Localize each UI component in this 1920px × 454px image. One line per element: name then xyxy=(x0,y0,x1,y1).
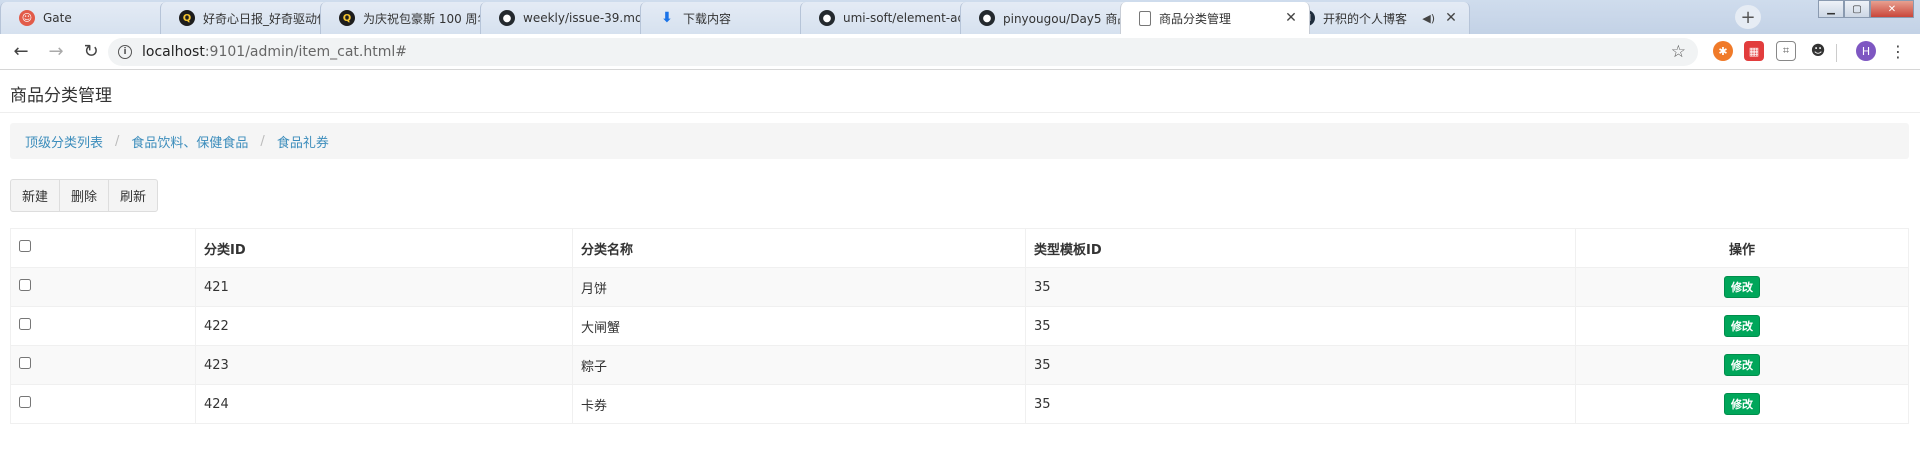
back-arrow-icon[interactable]: ← xyxy=(7,38,35,66)
document-icon xyxy=(1139,10,1151,26)
speaker-icon[interactable]: ◀) xyxy=(1422,12,1435,25)
header-template-id: 类型模板ID xyxy=(1025,228,1576,268)
cell-operation: 修改 xyxy=(1575,384,1909,424)
browser-toolbar: ← → ↻ i localhost:9101/admin/item_cat.ht… xyxy=(0,34,1920,70)
table-row: 422 大闸蟹 35 修改 xyxy=(10,306,1909,346)
cell-name: 大闸蟹 xyxy=(572,306,1026,346)
cell-id: 423 xyxy=(195,345,573,385)
window-close-icon[interactable]: ✕ xyxy=(1870,0,1914,18)
header-name: 分类名称 xyxy=(572,228,1026,268)
address-bar[interactable]: i localhost:9101/admin/item_cat.html# ☆ xyxy=(108,38,1698,66)
breadcrumb-separator: / xyxy=(115,133,120,149)
extension-red-icon[interactable]: ▦ xyxy=(1744,41,1764,61)
tab-title: 好奇心日报_好奇驱动你 xyxy=(203,11,323,26)
url-host: localhost xyxy=(142,44,205,60)
tab-title: 为庆祝包豪斯 100 周年 xyxy=(363,11,483,26)
row-select-cell xyxy=(10,306,196,346)
profile-avatar[interactable]: H xyxy=(1856,41,1876,61)
action-toolbar: 新建 删除 刷新 xyxy=(10,179,159,212)
tab-title: 开积的个人博客 xyxy=(1323,11,1408,26)
title-divider xyxy=(0,112,1920,113)
reload-icon[interactable]: ↻ xyxy=(77,38,105,66)
row-select-cell xyxy=(10,384,196,424)
info-icon[interactable]: i xyxy=(118,45,132,59)
qdaily-favicon-icon: Q xyxy=(339,10,355,26)
cell-template-id: 35 xyxy=(1025,306,1576,346)
url-path: :9101/admin/item_cat.html# xyxy=(204,44,407,60)
row-select-cell xyxy=(10,267,196,307)
minimize-icon[interactable]: ▁ xyxy=(1818,0,1844,18)
refresh-button[interactable]: 刷新 xyxy=(108,179,159,212)
qdaily-favicon-icon: Q xyxy=(179,10,195,26)
table-row: 424 卡券 35 修改 xyxy=(10,384,1909,424)
extension-screen-icon[interactable]: ⌗ xyxy=(1776,41,1796,61)
header-id: 分类ID xyxy=(195,228,573,268)
cell-template-id: 35 xyxy=(1025,267,1576,307)
page-title: 商品分类管理 xyxy=(10,86,112,106)
cell-name: 月饼 xyxy=(572,267,1026,307)
row-checkbox[interactable] xyxy=(19,318,31,330)
edit-button[interactable]: 修改 xyxy=(1724,315,1760,337)
edit-button[interactable]: 修改 xyxy=(1724,276,1760,298)
select-all-checkbox[interactable] xyxy=(19,240,31,252)
bookmark-star-icon[interactable]: ☆ xyxy=(1671,42,1686,62)
forward-arrow-icon[interactable]: → xyxy=(42,38,70,66)
header-select-cell xyxy=(10,228,196,268)
new-button[interactable]: 新建 xyxy=(10,179,61,212)
window-controls: ▁ ▢ ✕ xyxy=(1818,0,1914,18)
row-checkbox[interactable] xyxy=(19,396,31,408)
toolbar-divider xyxy=(1836,44,1837,62)
new-tab-button[interactable]: + xyxy=(1735,5,1761,29)
github-icon: ● xyxy=(819,10,835,26)
edit-button[interactable]: 修改 xyxy=(1724,354,1760,376)
github-icon: ● xyxy=(979,10,995,26)
breadcrumb-item-food-drinks[interactable]: 食品饮料、保健食品 xyxy=(131,132,248,151)
url-text: localhost:9101/admin/item_cat.html# xyxy=(142,44,407,60)
breadcrumb-item-food-vouchers[interactable]: 食品礼券 xyxy=(277,132,329,151)
row-select-cell xyxy=(10,345,196,385)
cell-id: 424 xyxy=(195,384,573,424)
category-table: 分类ID 分类名称 类型模板ID 操作 421 月饼 35 修改 422 大闸蟹… xyxy=(10,228,1909,424)
breadcrumb-item-top-level[interactable]: 顶级分类列表 xyxy=(25,132,103,151)
close-icon[interactable]: ✕ xyxy=(1443,10,1459,26)
table-row: 423 粽子 35 修改 xyxy=(10,345,1909,385)
cell-id: 422 xyxy=(195,306,573,346)
row-checkbox[interactable] xyxy=(19,357,31,369)
tab-strip: ☺ Gate ✕ Q 好奇心日报_好奇驱动你 ✕ Q 为庆祝包豪斯 100 周年… xyxy=(0,0,1920,34)
edit-button[interactable]: 修改 xyxy=(1724,393,1760,415)
maximize-icon[interactable]: ▢ xyxy=(1844,0,1870,18)
tab-title: umi-soft/element-adi xyxy=(843,11,963,25)
table-row: 421 月饼 35 修改 xyxy=(10,267,1909,307)
row-checkbox[interactable] xyxy=(19,279,31,291)
cell-operation: 修改 xyxy=(1575,267,1909,307)
delete-button[interactable]: 删除 xyxy=(59,179,110,212)
tab-title: Gate xyxy=(43,11,72,25)
tab-title: weekly/issue-39.md a xyxy=(523,11,643,25)
tab-title: 下载内容 xyxy=(683,11,732,26)
table-header-row: 分类ID 分类名称 类型模板ID 操作 xyxy=(10,228,1909,268)
breadcrumb-separator: / xyxy=(260,133,265,149)
more-menu-icon[interactable]: ⋮ xyxy=(1890,40,1906,62)
gate-favicon-icon: ☺ xyxy=(19,10,35,26)
cell-name: 卡券 xyxy=(572,384,1026,424)
cell-id: 421 xyxy=(195,267,573,307)
header-operation: 操作 xyxy=(1575,228,1909,268)
cell-template-id: 35 xyxy=(1025,384,1576,424)
close-icon[interactable]: ✕ xyxy=(1283,10,1299,26)
download-icon: ⬇ xyxy=(661,10,673,26)
tab-title: pinyougou/Day5 商品 xyxy=(1003,11,1123,26)
tab-title: 商品分类管理 xyxy=(1159,11,1232,26)
cell-operation: 修改 xyxy=(1575,306,1909,346)
cell-name: 粽子 xyxy=(572,345,1026,385)
breadcrumb: 顶级分类列表 / 食品饮料、保健食品 / 食品礼券 xyxy=(10,123,1909,159)
page-content: 商品分类管理 顶级分类列表 / 食品饮料、保健食品 / 食品礼券 新建 删除 刷… xyxy=(0,71,1920,454)
extension-orange-icon[interactable]: ✱ xyxy=(1713,41,1733,61)
browser-tab-active[interactable]: 商品分类管理 ✕ xyxy=(1120,2,1310,34)
cell-operation: 修改 xyxy=(1575,345,1909,385)
extension-mascot-icon[interactable]: ☻ xyxy=(1808,41,1828,61)
cell-template-id: 35 xyxy=(1025,345,1576,385)
github-icon: ● xyxy=(499,10,515,26)
